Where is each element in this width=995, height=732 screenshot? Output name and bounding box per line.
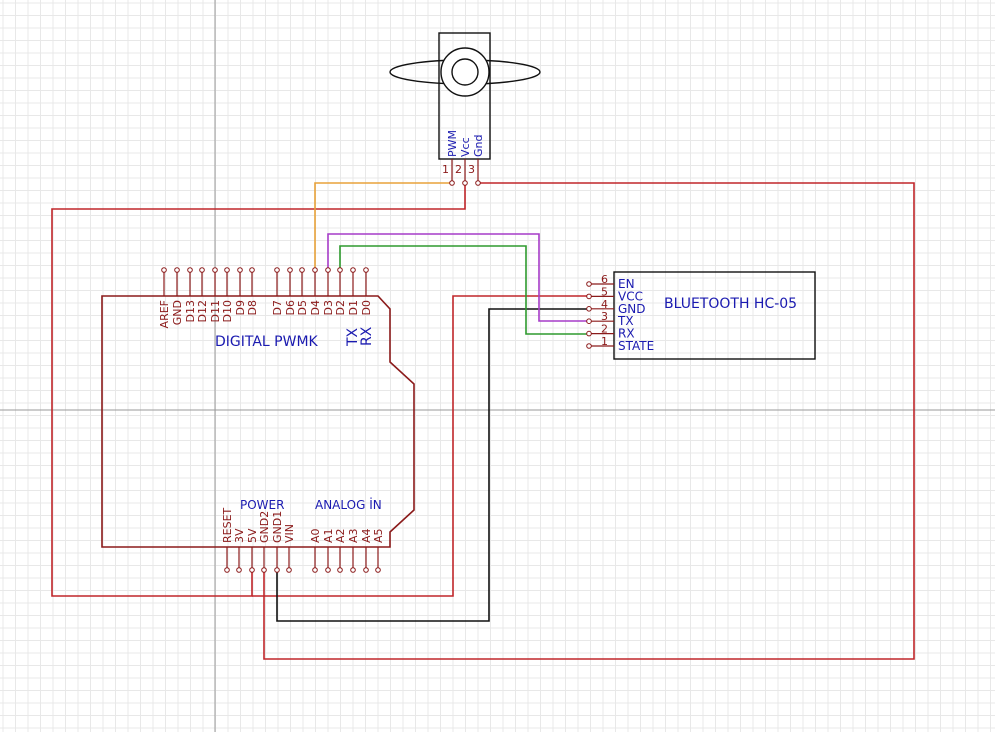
power-pin-end[interactable]: [261, 567, 267, 573]
digital-pin-label: D12: [196, 300, 209, 322]
analog-pin-label: A3: [347, 528, 360, 543]
digital-pin-label: D7: [271, 300, 284, 315]
servo-hub-outer: [440, 47, 490, 97]
power-pin-end[interactable]: [224, 567, 230, 573]
bt-pin-end[interactable]: [586, 306, 592, 312]
digital-pin-end[interactable]: [174, 267, 180, 273]
bt-pin-number: 4: [601, 298, 608, 311]
digital-pin-label: D1: [347, 300, 360, 315]
bt-pin-end[interactable]: [586, 318, 592, 325]
digital-pin-end[interactable]: [237, 267, 243, 273]
digital-pin-end[interactable]: [350, 267, 356, 273]
analog-pin-end[interactable]: [337, 567, 343, 573]
digital-pin-end[interactable]: [287, 267, 293, 273]
power-pin-label: VIN: [283, 524, 296, 543]
servo-pin-label: Vcc: [459, 137, 472, 157]
digital-pin-end[interactable]: [199, 267, 205, 273]
servo-pin-end[interactable]: [475, 180, 481, 186]
bt-pin-end[interactable]: [586, 343, 592, 349]
analog-pin-end[interactable]: [325, 567, 331, 573]
schematic-canvas: PWM1Vcc2Gnd3 AREF GND D13 D12 D11 D10 D9 D8 D7 D6…: [0, 0, 995, 732]
digital-pin-end[interactable]: [299, 267, 305, 273]
analog-pin-end[interactable]: [350, 567, 356, 573]
servo-pin-label: PWM: [446, 130, 459, 157]
digital-pin-end[interactable]: [187, 267, 193, 273]
analog-label: ANALOG İN: [315, 497, 382, 512]
power-pin-end[interactable]: [274, 567, 280, 573]
digital-pin-label: D10: [221, 300, 234, 322]
bt-pin-number: 3: [601, 310, 608, 323]
analog-pin-label: A5: [372, 528, 385, 543]
digital-pin-label: GND: [171, 300, 184, 325]
analog-pin-label: A0: [309, 528, 322, 543]
bt-pin-end[interactable]: [586, 281, 592, 287]
servo-pin-label: Gnd: [472, 135, 485, 157]
digital-pin-label: D4: [309, 300, 322, 315]
digital-pin-label: D8: [246, 300, 259, 315]
analog-pin-end[interactable]: [312, 567, 318, 573]
arduino-board[interactable]: AREF GND D13 D12 D11 D10 D9 D8 D7 D6 D5 D4 D3 D2 D1 D0 …: [101, 267, 415, 573]
power-pin-header: RESET 3V 5V GND2 GND1 VIN: [221, 507, 296, 573]
digital-pin-end[interactable]: [274, 267, 280, 273]
digital-pin-end[interactable]: [312, 267, 318, 273]
power-pin-end[interactable]: [249, 567, 255, 573]
power-pin-label: 3V: [233, 528, 246, 543]
analog-pin-end[interactable]: [363, 567, 369, 573]
analog-pin-label: A2: [334, 528, 347, 543]
bt-pin-end[interactable]: [586, 330, 592, 337]
bt-pin-name: STATE: [618, 339, 654, 353]
digital-pin-label: D0: [360, 300, 373, 315]
servo-pin-end[interactable]: [449, 180, 455, 186]
bt-pin-end[interactable]: [586, 293, 592, 300]
digital-pin-label: D5: [296, 300, 309, 315]
servo-pins: PWM 1 Vcc 2 Gnd 3: [442, 130, 485, 186]
digital-pin-end[interactable]: [161, 267, 167, 273]
bt-pin-number: 2: [601, 323, 608, 336]
rx-label: RX: [359, 326, 375, 346]
servo-pin-number: 3: [468, 163, 475, 176]
bt-pin-number: 5: [601, 285, 608, 298]
grid: [0, 0, 995, 732]
analog-pin-end[interactable]: [375, 567, 381, 573]
power-label: POWER: [240, 498, 284, 512]
servo-pin-number: 1: [442, 163, 449, 176]
bluetooth-title: BLUETOOTH HC-05: [664, 296, 797, 312]
power-pin-end[interactable]: [236, 567, 242, 573]
power-pin-end[interactable]: [286, 567, 292, 573]
digital-pin-end[interactable]: [325, 267, 331, 273]
wires: [51, 182, 915, 660]
digital-pin-end[interactable]: [363, 267, 369, 273]
digital-pin-end[interactable]: [337, 267, 343, 273]
wire-servo-pwm-to-d4[interactable]: [314, 182, 452, 270]
digital-pin-end[interactable]: [212, 267, 218, 273]
servo-pin-number: 2: [455, 163, 462, 176]
power-pin-label: GND2: [258, 511, 271, 543]
wire-servo-gnd-to-gnd2[interactable]: [263, 182, 915, 660]
bt-pin-number: 6: [601, 273, 608, 286]
digital-pin-label: AREF: [158, 300, 171, 328]
digital-pwm-label: DIGITAL PWMK: [215, 334, 319, 350]
digital-pin-label: D2: [334, 300, 347, 315]
digital-pin-end[interactable]: [224, 267, 230, 273]
digital-pin-end[interactable]: [249, 267, 255, 273]
bt-pin-number: 1: [601, 335, 608, 348]
servo-pin-end[interactable]: [462, 180, 468, 186]
